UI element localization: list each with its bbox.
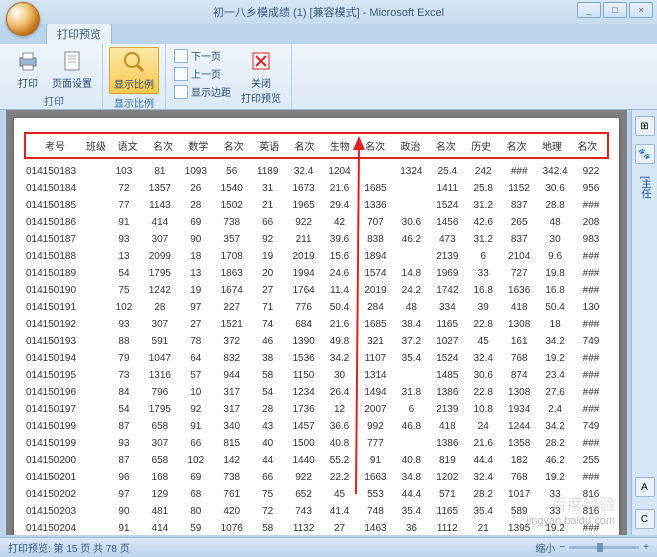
table-row: 01415018813209918170819201915.6189421396… [24, 248, 609, 265]
table-row: 01415018793307903579221139.683846.247331… [24, 231, 609, 248]
col-header: 名次 [287, 138, 322, 153]
margins-icon [174, 85, 188, 99]
table-row: 014150192933072715217468421.6168538.4116… [24, 316, 609, 333]
col-header: 班级 [82, 138, 110, 153]
table-row: 014150193885917837246139049.832137.21027… [24, 333, 609, 350]
ribbon: 打印 页面设置 打印 显示比例 显示比例 下一页 上一页 显示边距 [0, 44, 657, 110]
next-page-button[interactable]: 下一页 [172, 47, 233, 64]
zoom-slider[interactable] [569, 546, 639, 549]
titlebar: 初一八乡模成绩 (1) [兼容模式] - Microsoft Excel _ □… [0, 0, 657, 24]
page-setup-icon [60, 49, 84, 73]
table-row: 014150199933076681540150040.8777138621.6… [24, 435, 609, 452]
ribbon-tabs: 打印预览 [0, 24, 657, 44]
zoom-in-button[interactable]: + [643, 542, 649, 553]
col-header: 历史 [464, 138, 499, 153]
zoom-out-button[interactable]: − [559, 542, 565, 553]
close-preview-button[interactable]: 关闭 打印预览 [237, 47, 285, 107]
table-row: 0141502049141459107658113227146336111221… [24, 520, 609, 535]
table-row: 01415019110228972277177650.4284483343941… [24, 299, 609, 316]
status-mode: 缩小 [535, 540, 555, 555]
col-header: 地理 [534, 138, 569, 153]
panel-icon-1[interactable]: 🐾 [635, 144, 655, 164]
prev-page-button[interactable]: 上一页 [172, 65, 233, 82]
office-button[interactable] [6, 2, 40, 36]
table-row: 01415018954179513186320199424.6157414.81… [24, 265, 609, 282]
table-row: 014150197541795923172817361220076213910.… [24, 401, 609, 418]
printer-icon [16, 49, 40, 73]
table-row: 01415019075124219167427176411.4201924.21… [24, 282, 609, 299]
magnifier-icon [122, 50, 146, 74]
close-button[interactable]: × [629, 2, 653, 18]
table-row: 01415018310381109356118932.41204132425.4… [24, 163, 609, 180]
statusbar: 打印预览: 第 15 页 共 78 页 缩小 − + [0, 537, 657, 557]
col-header: 数学 [181, 138, 216, 153]
restore-panel-button[interactable]: ⊞ [635, 116, 655, 136]
annotation-header-box: 考号班级语文名次数学名次英语名次生物名次政治名次历史名次地理名次 [24, 132, 609, 159]
arrow-down-icon [174, 49, 188, 63]
table-row: 01415020390481804207274341.474835.411653… [24, 503, 609, 520]
col-header: 名次 [216, 138, 251, 153]
col-header: 考号 [28, 138, 82, 153]
group-zoom: 显示比例 显示比例 [103, 44, 166, 109]
table-row: 0141502029712968761756524555344.457128.2… [24, 486, 609, 503]
table-row: 0141501947910476483238153634.2110735.415… [24, 350, 609, 367]
table-row: 0141501869141469738669224270730.6145642.… [24, 214, 609, 231]
col-header: 语文 [110, 138, 145, 153]
maximize-button[interactable]: □ [603, 2, 627, 18]
table-row: 014150199876589134043145736.699246.84182… [24, 418, 609, 435]
status-page-info: 打印预览: 第 15 页 共 78 页 [8, 540, 130, 555]
page-setup-button[interactable]: 页面设置 [48, 47, 96, 92]
table-row: 01415018472135726154031167321.6168514112… [24, 180, 609, 197]
zoom-button[interactable]: 显示比例 [109, 47, 159, 94]
table-row: 01415019573131657944581150301314148530.6… [24, 367, 609, 384]
arrow-up-icon [174, 67, 188, 81]
table-row: 014150196847961031754123426.4149431.8138… [24, 384, 609, 401]
side-panel: ⊞ 🐾 [主任 A C [631, 110, 657, 535]
page-preview: 考号班级语文名次数学名次英语名次生物名次政治名次历史名次地理名次 0141501… [14, 118, 619, 535]
col-header: 名次 [499, 138, 534, 153]
close-preview-icon [249, 49, 273, 73]
panel-a-button[interactable]: A [635, 477, 655, 497]
watermark-text: jingyan.baidu.com [526, 515, 615, 527]
watermark-logo: 百度经验 [551, 491, 615, 515]
col-header: 名次 [570, 138, 605, 153]
minimize-button[interactable]: _ [577, 2, 601, 18]
col-header: 政治 [393, 138, 428, 153]
col-header: 名次 [145, 138, 180, 153]
col-header: 生物 [322, 138, 357, 153]
col-header: 名次 [428, 138, 463, 153]
col-header: 名次 [358, 138, 393, 153]
sidebar-link[interactable]: [主任 [637, 176, 652, 199]
tab-print-preview[interactable]: 打印预览 [46, 23, 112, 44]
show-margins-button[interactable]: 显示边距 [172, 83, 233, 100]
col-header: 英语 [251, 138, 286, 153]
group-print: 打印 页面设置 打印 [6, 44, 103, 109]
table-row: 01415020196168697386692222.2166334.81202… [24, 469, 609, 486]
preview-workspace[interactable]: 考号班级语文名次数学名次英语名次生物名次政治名次历史名次地理名次 0141501… [6, 110, 627, 535]
panel-c-button[interactable]: C [635, 509, 655, 529]
window-title: 初一八乡模成绩 (1) [兼容模式] - Microsoft Excel [213, 4, 444, 20]
table-row: 0141502008765810214244144055.29140.88194… [24, 452, 609, 469]
group-preview: 下一页 上一页 显示边距 关闭 打印预览 预览 [166, 44, 292, 109]
print-button[interactable]: 打印 [12, 47, 44, 92]
table-row: 01415018577114328150221196529.4133615243… [24, 197, 609, 214]
